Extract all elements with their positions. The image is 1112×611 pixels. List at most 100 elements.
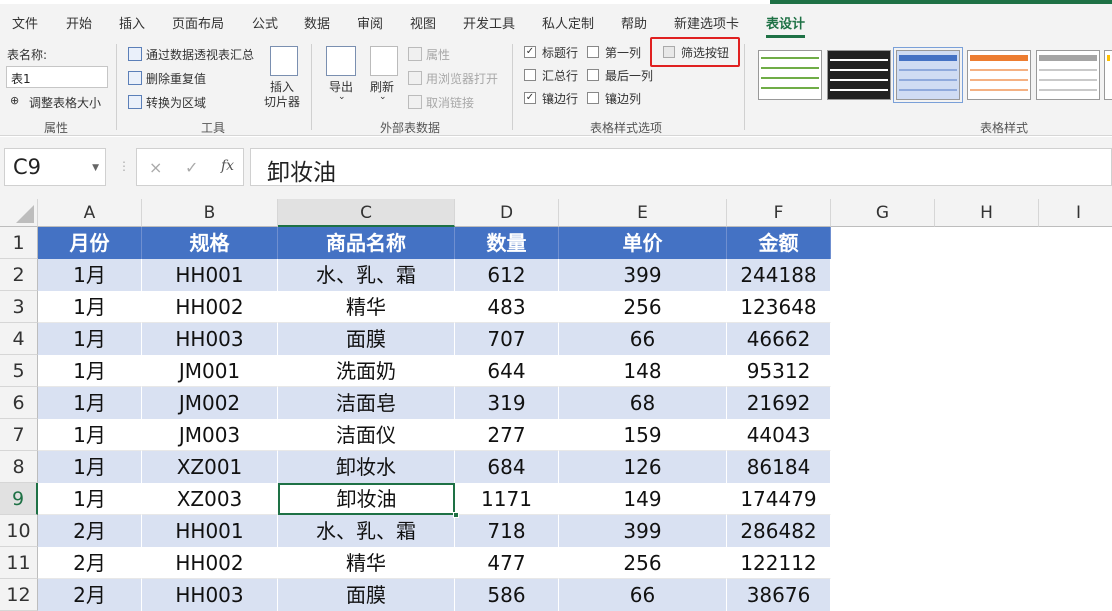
table-header-cell[interactable]: 规格 [142, 227, 278, 259]
table-cell[interactable]: HH001 [142, 515, 278, 547]
table-cell[interactable]: 水、乳、霜 [278, 259, 455, 291]
column-header-D[interactable]: D [455, 199, 559, 227]
table-header-cell[interactable]: 数量 [455, 227, 559, 259]
row-header-6[interactable]: 6 [0, 387, 38, 419]
table-cell[interactable]: JM003 [142, 419, 278, 451]
table-cell[interactable]: HH002 [142, 547, 278, 579]
table-cell[interactable]: 319 [455, 387, 559, 419]
table-cell[interactable]: 洁面皂 [278, 387, 455, 419]
unlink-button[interactable]: 取消链接 [426, 94, 474, 111]
enter-icon[interactable]: ✓ [185, 158, 198, 177]
table-cell[interactable]: HH003 [142, 579, 278, 611]
table-cell[interactable]: 精华 [278, 291, 455, 323]
total-row-checkbox[interactable] [524, 69, 536, 81]
table-style-orange[interactable] [967, 50, 1031, 100]
table-cell[interactable]: 644 [455, 355, 559, 387]
table-cell[interactable]: 2月 [38, 515, 142, 547]
table-cell[interactable]: 面膜 [278, 579, 455, 611]
table-cell[interactable]: 159 [559, 419, 727, 451]
table-header-cell[interactable]: 商品名称 [278, 227, 455, 259]
row-header-4[interactable]: 4 [0, 323, 38, 355]
remove-duplicates-button[interactable]: 删除重复值 [146, 70, 206, 87]
row-header-9[interactable]: 9 [0, 483, 38, 515]
table-header-cell[interactable]: 月份 [38, 227, 142, 259]
resize-table-button[interactable]: 调整表格大小 [29, 94, 101, 111]
tab-help[interactable]: 帮助 [621, 13, 647, 32]
tab-view[interactable]: 视图 [410, 13, 436, 32]
table-cell[interactable]: 586 [455, 579, 559, 611]
table-cell[interactable]: 面膜 [278, 323, 455, 355]
table-cell[interactable]: XZ001 [142, 451, 278, 483]
table-cell[interactable]: 256 [559, 291, 727, 323]
table-cell[interactable]: 46662 [727, 323, 831, 355]
name-box[interactable]: C9 ▼ [4, 148, 106, 186]
table-header-cell[interactable]: 金额 [727, 227, 831, 259]
table-cell[interactable]: 1月 [38, 387, 142, 419]
table-cell[interactable]: 21692 [727, 387, 831, 419]
table-cell[interactable]: 66 [559, 579, 727, 611]
table-cell[interactable]: 1月 [38, 483, 142, 515]
table-cell[interactable]: 1月 [38, 323, 142, 355]
tab-formulas[interactable]: 公式 [252, 13, 278, 32]
table-cell[interactable]: 精华 [278, 547, 455, 579]
header-row-checkbox[interactable]: ✓ [524, 46, 536, 58]
table-cell[interactable]: HH001 [142, 259, 278, 291]
table-style-black[interactable] [827, 50, 891, 100]
convert-to-range-button[interactable]: 转换为区域 [146, 94, 206, 111]
formula-input[interactable]: 卸妆油 [250, 148, 1112, 186]
row-header-12[interactable]: 12 [0, 579, 38, 611]
table-cell[interactable]: 707 [455, 323, 559, 355]
insert-slicer-label-2[interactable]: 切片器 [264, 93, 300, 110]
tab-review[interactable]: 审阅 [357, 13, 383, 32]
table-cell[interactable]: 174479 [727, 483, 831, 515]
column-header-G[interactable]: G [831, 199, 935, 227]
row-header-1[interactable]: 1 [0, 227, 38, 259]
table-cell[interactable]: 286482 [727, 515, 831, 547]
fill-handle[interactable] [453, 512, 459, 518]
tab-insert[interactable]: 插入 [119, 13, 145, 32]
column-header-B[interactable]: B [142, 199, 278, 227]
table-cell[interactable]: 122112 [727, 547, 831, 579]
column-header-F[interactable]: F [727, 199, 831, 227]
table-name-input[interactable]: 表1 [6, 66, 108, 88]
table-cell[interactable]: 256 [559, 547, 727, 579]
row-header-5[interactable]: 5 [0, 355, 38, 387]
table-cell[interactable]: 1月 [38, 259, 142, 291]
table-cell[interactable]: HH003 [142, 323, 278, 355]
name-box-dropdown-icon[interactable]: ▼ [92, 163, 99, 173]
table-cell[interactable]: 244188 [727, 259, 831, 291]
table-cell[interactable]: 38676 [727, 579, 831, 611]
banded-columns-checkbox[interactable] [587, 92, 599, 104]
table-cell[interactable]: 1月 [38, 355, 142, 387]
table-cell[interactable]: 1月 [38, 291, 142, 323]
open-in-browser-button[interactable]: 用浏览器打开 [426, 70, 498, 87]
table-cell[interactable]: 洗面奶 [278, 355, 455, 387]
table-header-cell[interactable]: 单价 [559, 227, 727, 259]
table-style-blue-selected[interactable] [893, 47, 963, 103]
table-cell[interactable]: 2月 [38, 547, 142, 579]
insert-function-icon[interactable]: fx [221, 158, 234, 174]
row-header-10[interactable]: 10 [0, 515, 38, 547]
table-cell[interactable]: 1月 [38, 419, 142, 451]
table-cell[interactable]: 477 [455, 547, 559, 579]
table-cell[interactable]: JM001 [142, 355, 278, 387]
table-cell[interactable]: 277 [455, 419, 559, 451]
table-cell[interactable]: 66 [559, 323, 727, 355]
table-style-gray[interactable] [1036, 50, 1100, 100]
tab-data[interactable]: 数据 [304, 13, 330, 32]
banded-rows-checkbox[interactable]: ✓ [524, 92, 536, 104]
table-cell[interactable]: 1月 [38, 451, 142, 483]
table-cell[interactable]: HH002 [142, 291, 278, 323]
row-header-8[interactable]: 8 [0, 451, 38, 483]
column-header-E[interactable]: E [559, 199, 727, 227]
table-cell[interactable]: 95312 [727, 355, 831, 387]
table-cell[interactable]: 718 [455, 515, 559, 547]
last-column-checkbox[interactable] [587, 69, 599, 81]
tab-table-design[interactable]: 表设计 [766, 13, 806, 38]
active-cell[interactable]: 卸妆油 [278, 483, 455, 515]
tab-home[interactable]: 开始 [66, 13, 92, 32]
table-cell[interactable]: 612 [455, 259, 559, 291]
summarize-pivot-button[interactable]: 通过数据透视表汇总 [146, 46, 254, 63]
table-cell[interactable]: 44043 [727, 419, 831, 451]
table-cell[interactable]: 123648 [727, 291, 831, 323]
